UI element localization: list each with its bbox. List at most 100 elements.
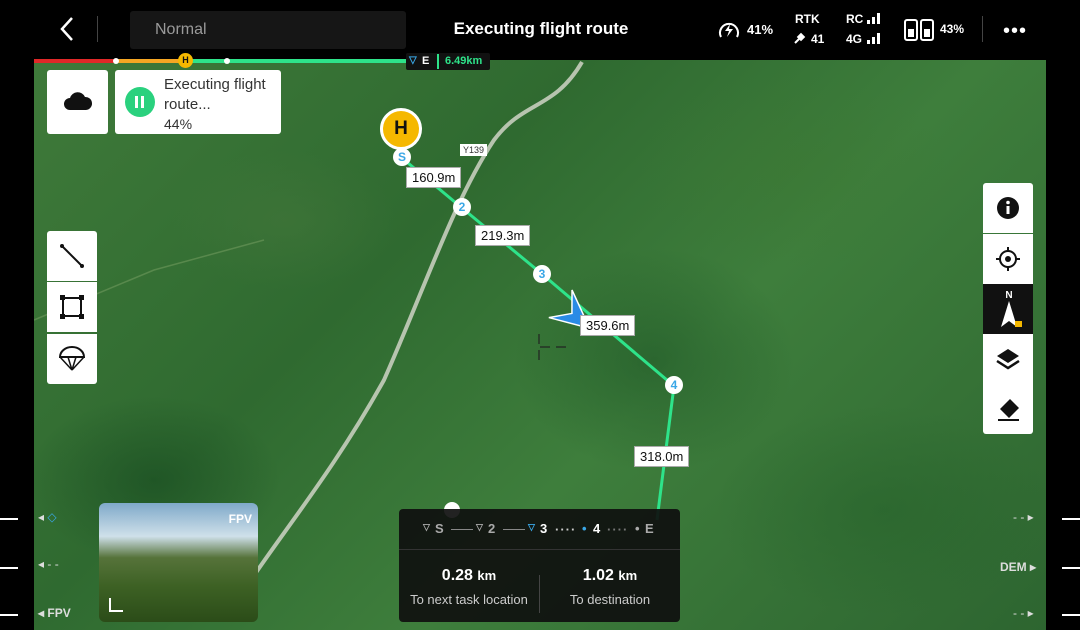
waypoint-passed-icon: ▽ [476,522,483,532]
scale-tick [0,614,18,616]
compass-icon: N [1001,290,1022,327]
pause-route-button[interactable] [125,87,155,117]
rtk-satellite-count: 41 [811,32,825,46]
area-tool-button[interactable] [47,282,97,332]
rc-signal-icon [867,13,880,24]
expand-view-icon[interactable] [109,598,123,612]
rtk-label: RTK [795,12,820,26]
remaining-distance: 6.49km [445,55,483,67]
left-edge-indicator: ◂ - - [38,557,59,571]
map-layers-button[interactable] [983,334,1033,384]
waypoint-end-icon: • [635,521,640,536]
cloud-icon [64,92,93,110]
right-top-value: - - [1013,510,1025,524]
divider [437,54,439,69]
pause-icon [135,96,138,108]
scale-tick [1062,567,1080,569]
parachute-button[interactable] [47,334,97,384]
route-step: 2 [488,521,496,536]
info-icon [997,197,1019,219]
flight-mode-label: Normal [155,21,207,38]
next-task-unit: km [477,568,497,583]
scale-tick [0,518,18,520]
left-edge-indicator: ◂ ◇ [38,510,57,524]
route-step: S [435,521,444,536]
route-end-badge: ▽ E 6.49km [406,53,490,70]
more-menu-icon[interactable]: ••• [1003,20,1027,43]
route-connector [503,529,525,530]
locate-button[interactable] [983,234,1033,284]
route-connector: ···· [607,522,629,537]
route-connector [451,529,473,530]
home-point-marker[interactable]: H [380,108,422,150]
route-progress-dot [113,58,119,64]
left-mid-value: - - [47,557,59,571]
waypoint-3[interactable]: 3 [533,265,551,283]
svg-text:N: N [1005,290,1012,301]
right-edge-indicator: - - ▸ [1013,606,1034,620]
route-navigation-panel: ▽ S ▽ 2 ▽ 3 ···· • 4 ···· • E 0.28 km To… [399,509,680,622]
route-end-marker: E [422,55,430,67]
back-icon[interactable] [55,14,79,44]
route-step-next: 4 [593,521,601,536]
right-edge-indicator: - - ▸ [1013,510,1034,524]
flight-mode-selector[interactable]: Normal [130,11,406,49]
next-task-value: 0.28 [441,567,473,584]
top-bar: Normal Executing flight route 41% RTK 41… [0,0,1080,58]
flight-status-card: Executing flight route... 44% [115,70,281,134]
destination-distance: 1.02 km [540,567,680,585]
fpv-camera-view[interactable]: FPV [99,503,258,622]
route-progress-elapsed [34,59,116,63]
route-progress-home-marker: H [178,53,193,68]
segment-distance-label: 318.0m [634,446,690,467]
network-label: 4G [846,32,863,46]
route-progress-remaining [186,59,406,63]
route-progress-segment [116,59,186,63]
scale-tick [0,567,18,569]
destination-label: To destination [569,592,651,607]
rc-label: RC [846,12,864,26]
next-task-label: To next task location [410,592,528,607]
flight-status-text: Executing flight route... [164,76,266,113]
right-bottom-value: - - [1013,606,1025,620]
map-crosshair-icon [538,334,566,360]
satellite-icon [794,32,806,44]
compass-lock-button[interactable]: N [983,284,1033,334]
route-step: E [645,521,654,536]
route-progress-dot [224,58,230,64]
waypoint-start[interactable]: S [393,148,411,166]
segment-distance-label: 219.3m [475,225,531,246]
divider [97,16,98,42]
info-button[interactable] [983,183,1033,233]
battery-gauge-icon [719,22,739,38]
layers-icon [996,349,1020,370]
waypoint-4[interactable]: 4 [665,376,683,394]
destination-unit: km [618,568,638,583]
scale-tick [1062,518,1080,520]
area-tool-icon [60,295,84,319]
network-signal-icon [867,33,880,44]
waypoint-2[interactable]: 2 [453,198,471,216]
waypoint-next-icon: • [582,521,587,536]
destination-value: 1.02 [582,567,614,584]
fpv-label: FPV [228,512,252,526]
line-tool-icon [60,244,84,268]
aircraft-battery-percent: 41% [747,22,774,37]
divider [982,16,983,42]
next-task-distance: 0.28 km [399,567,539,585]
left-edge-indicator: ◂ FPV [38,606,71,620]
line-tool-button[interactable] [47,231,97,281]
parachute-icon [59,346,85,371]
eraser-icon [998,399,1019,421]
clear-button[interactable] [983,384,1033,434]
dem-label: DEM [1000,560,1027,574]
route-connector: ···· [555,522,577,537]
segment-distance-label: 160.9m [406,167,462,188]
route-step-current: 3 [540,521,548,536]
right-edge-indicator: DEM ▸ [1000,560,1037,574]
rc-battery-percent: 43% [940,22,965,36]
flight-progress-percent: 44% [164,116,193,132]
cloud-button[interactable] [47,70,108,134]
locate-icon [996,247,1020,271]
waypoint-current-icon: ▽ [528,522,535,532]
